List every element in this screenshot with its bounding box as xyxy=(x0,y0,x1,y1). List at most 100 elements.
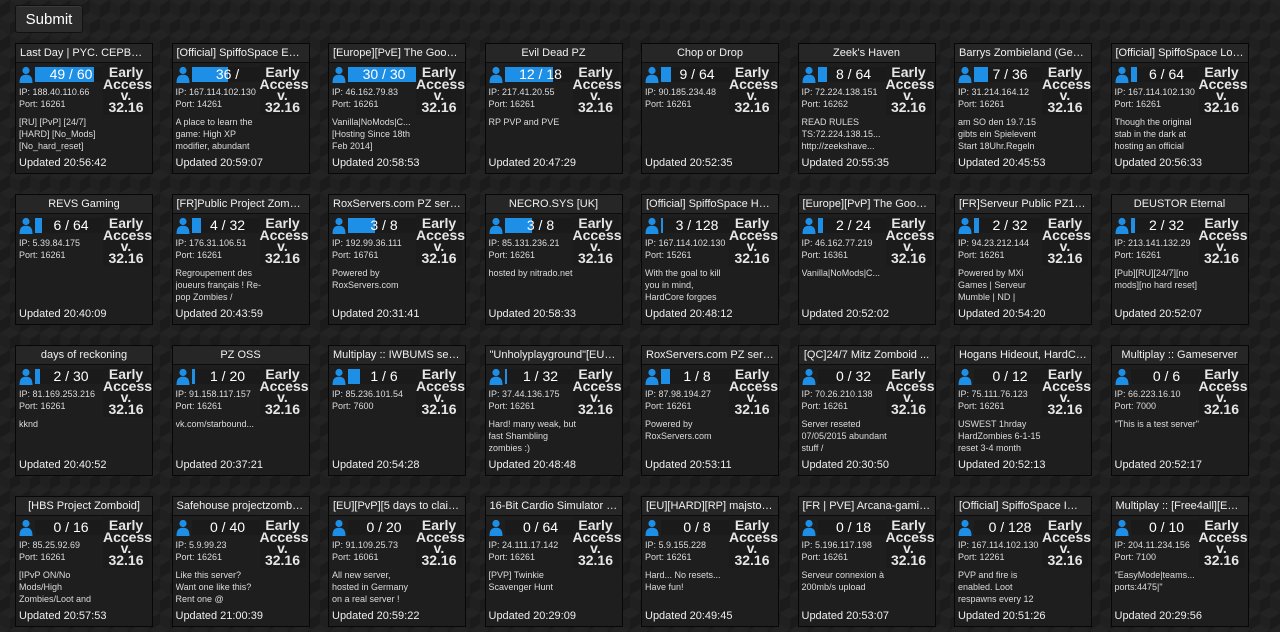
server-port: Port: 16261 xyxy=(958,99,1005,109)
server-card[interactable]: [Official] SpiffoSpace Lon... 6 / 64 Ear… xyxy=(1110,43,1249,174)
server-card[interactable]: [FR | PVE] Arcana-gaming... 0 / 18 Early… xyxy=(797,496,936,627)
server-title[interactable]: days of reckoning xyxy=(16,346,152,365)
server-card[interactable]: 16-Bit Cardio Simulator -... 0 / 64 Earl… xyxy=(484,496,623,627)
server-title[interactable]: "Unholyplayground"[EU][H... xyxy=(485,346,622,365)
server-card[interactable]: PZ OSS 1 / 20 Early Access v. 32.16 IP: … xyxy=(171,345,310,476)
server-title[interactable]: [Official] SpiffoSpace Har... xyxy=(642,195,778,214)
players-text: 1 / 32 xyxy=(522,368,559,384)
version-number: 32.16 xyxy=(577,249,614,266)
server-title[interactable]: [EU][PvP][5 days to claim ... xyxy=(329,497,465,516)
server-title[interactable]: 16-Bit Cardio Simulator -... xyxy=(485,497,622,516)
player-count: 2 / 24 xyxy=(802,217,890,234)
server-card[interactable]: RoxServers.com PZ server 3 / 8 Early Acc… xyxy=(328,194,466,325)
players-text: 6 / 64 xyxy=(1148,66,1185,82)
server-title[interactable]: [FR]Serveur Public PZ1 | N... xyxy=(955,195,1091,214)
server-title[interactable]: [Official] SpiffoSpace Easy... xyxy=(172,44,309,63)
user-icon xyxy=(958,217,972,234)
server-title[interactable]: [Official] SpiffoSpace Lon... xyxy=(1111,44,1248,63)
server-card[interactable]: Chop or Drop 9 / 64 Early Access v. 32.1… xyxy=(641,43,779,174)
players-text: 1 / 6 xyxy=(370,368,398,384)
server-card[interactable]: [QC]24/7 Mitz Zomboid ... 0 / 32 Early A… xyxy=(797,345,936,476)
server-ip: IP: 167.114.102.130 xyxy=(175,87,256,97)
user-icon xyxy=(332,217,346,234)
player-count: 0 / 8 xyxy=(645,519,733,536)
server-card[interactable]: Barrys Zombieland (Germ... 7 / 36 Early … xyxy=(954,43,1092,174)
server-title[interactable]: PZ OSS xyxy=(172,346,309,365)
server-card[interactable]: [FR]Serveur Public PZ1 | N... 2 / 32 Ear… xyxy=(954,194,1092,325)
server-title[interactable]: [FR | PVE] Arcana-gaming... xyxy=(798,497,935,516)
server-card[interactable]: "Unholyplayground"[EU][H... 1 / 32 Early… xyxy=(484,345,623,476)
server-address: IP: 167.114.102.130 Port: 14261 xyxy=(176,86,262,110)
server-card[interactable]: RoxServers.com PZ server 1 / 8 Early Acc… xyxy=(641,345,779,476)
server-card[interactable]: REVS Gaming 6 / 64 Early Access v. 32.16… xyxy=(15,194,153,325)
server-ip: IP: 204.11.234.156 xyxy=(1114,540,1190,550)
server-title[interactable]: Multiplay :: IWBUMS server xyxy=(329,346,465,365)
server-card[interactable]: days of reckoning 2 / 30 Early Access v.… xyxy=(15,345,153,476)
server-card[interactable]: [Official] SpiffoSpace Har... 3 / 128 Ea… xyxy=(641,194,779,325)
server-title[interactable]: [Official] SpiffoSpace IWB... xyxy=(955,497,1091,516)
server-title[interactable]: Safehouse projectzomboi... xyxy=(172,497,309,516)
server-title[interactable]: [EU][HARD][RP] majstor's ... xyxy=(642,497,778,516)
players-text: 0 / 8 xyxy=(683,519,711,535)
players-text: 12 / 18 xyxy=(519,66,562,82)
server-address: IP: 90.185.234.48 Port: 16261 xyxy=(645,86,731,110)
server-card[interactable]: [EU][HARD][RP] majstor's ... 0 / 8 Early… xyxy=(641,496,779,627)
server-card[interactable]: [HBS Project Zomboid] 0 / 16 Early Acces… xyxy=(15,496,153,627)
server-card[interactable]: [Europe][PvE] The Good O... 30 / 30 Earl… xyxy=(328,43,466,174)
server-address: IP: 85.236.101.54 Port: 7600 xyxy=(332,388,418,412)
server-card[interactable]: Multiplay :: IWBUMS server 1 / 6 Early A… xyxy=(328,345,466,476)
server-description: Vanilla|NoMods|C... xyxy=(801,268,881,278)
server-title[interactable]: [Europe][PvP] The Good O... xyxy=(798,195,935,214)
server-description: RP PVP and PVE xyxy=(488,117,560,127)
players-text: 3 / 8 xyxy=(526,217,555,233)
player-count: 0 / 40 xyxy=(176,519,264,536)
user-icon xyxy=(176,368,189,385)
server-title[interactable]: Last Day | PYC. CEPBEP | ... xyxy=(16,44,152,63)
server-title[interactable]: RoxServers.com PZ server xyxy=(329,195,465,214)
player-count: 4 / 32 xyxy=(176,217,264,234)
player-count: 0 / 64 xyxy=(489,519,577,536)
server-address: IP: 188.40.110.66 Port: 16261 xyxy=(19,86,105,110)
server-title[interactable]: NECRO.SYS [UK] xyxy=(485,195,622,214)
server-description: kknd xyxy=(19,419,39,429)
server-card[interactable]: Last Day | PYC. CEPBEP | ... 49 / 60 Ear… xyxy=(15,43,153,174)
server-title[interactable]: Multiplay :: Gameserver xyxy=(1111,346,1248,365)
player-count: 0 / 128 xyxy=(958,519,1046,536)
server-title[interactable]: Hogans Hideout, HardCor... xyxy=(955,346,1091,365)
server-card[interactable]: [FR]Public Project Zomboi... 4 / 32 Earl… xyxy=(171,194,310,325)
server-description: [RU] [PvP] [24/7] [HARD] [No_Mods] [No_h… xyxy=(19,117,96,151)
server-card[interactable]: [Official] SpiffoSpace IWB... 0 / 128 Ea… xyxy=(954,496,1092,627)
server-title[interactable]: RoxServers.com PZ server xyxy=(642,346,778,365)
updated-time: Updated 20:52:17 xyxy=(1114,459,1202,471)
version-number: 32.16 xyxy=(734,249,770,266)
server-card[interactable]: Multiplay :: [Free4all][EAS... 0 / 10 Ea… xyxy=(1110,496,1249,627)
server-card[interactable]: Evil Dead PZ 12 / 18 Early Access v. 32.… xyxy=(484,43,623,174)
server-address: IP: 85.25.92.69 Port: 16261 xyxy=(19,539,105,563)
server-title[interactable]: Zeek's Haven xyxy=(798,44,935,63)
server-title[interactable]: Barrys Zombieland (Germ... xyxy=(955,44,1091,63)
server-card[interactable]: Safehouse projectzomboi... 0 / 40 Early … xyxy=(171,496,310,627)
server-card[interactable]: Multiplay :: Gameserver 0 / 6 Early Acce… xyxy=(1110,345,1249,476)
updated-time: Updated 20:56:42 xyxy=(19,157,107,169)
server-title[interactable]: REVS Gaming xyxy=(16,195,152,214)
version-badge: Early Access v. 32.16 xyxy=(1042,517,1091,568)
user-icon xyxy=(19,217,33,234)
server-title[interactable]: DEUSTOR Eternal xyxy=(1111,195,1248,214)
server-card[interactable]: [Europe][PvP] The Good O... 2 / 24 Early… xyxy=(797,194,936,325)
server-card[interactable]: NECRO.SYS [UK] 3 / 8 Early Access v. 32.… xyxy=(484,194,623,325)
server-title[interactable]: [Europe][PvE] The Good O... xyxy=(329,44,465,63)
server-card[interactable]: [Official] SpiffoSpace Easy... 36 / Earl… xyxy=(171,43,310,174)
server-card[interactable]: DEUSTOR Eternal 2 / 32 Early Access v. 3… xyxy=(1110,194,1249,325)
server-title[interactable]: Multiplay :: [Free4all][EAS... xyxy=(1111,497,1248,516)
server-card[interactable]: [EU][PvP][5 days to claim ... 0 / 20 Ear… xyxy=(328,496,466,627)
version-badge: Early Access v. 32.16 xyxy=(416,366,465,417)
server-title[interactable]: [QC]24/7 Mitz Zomboid ... xyxy=(798,346,935,365)
server-title[interactable]: [FR]Public Project Zomboi... xyxy=(172,195,309,214)
submit-button[interactable]: Submit xyxy=(15,5,83,33)
server-card[interactable]: Hogans Hideout, HardCor... 0 / 12 Early … xyxy=(954,345,1092,476)
server-title[interactable]: [HBS Project Zomboid] xyxy=(16,497,152,516)
server-card[interactable]: Zeek's Haven 8 / 64 Early Access v. 32.1… xyxy=(797,43,936,174)
server-title[interactable]: Chop or Drop xyxy=(642,44,778,63)
updated-time: Updated 21:00:39 xyxy=(175,610,263,622)
server-title[interactable]: Evil Dead PZ xyxy=(485,44,622,63)
